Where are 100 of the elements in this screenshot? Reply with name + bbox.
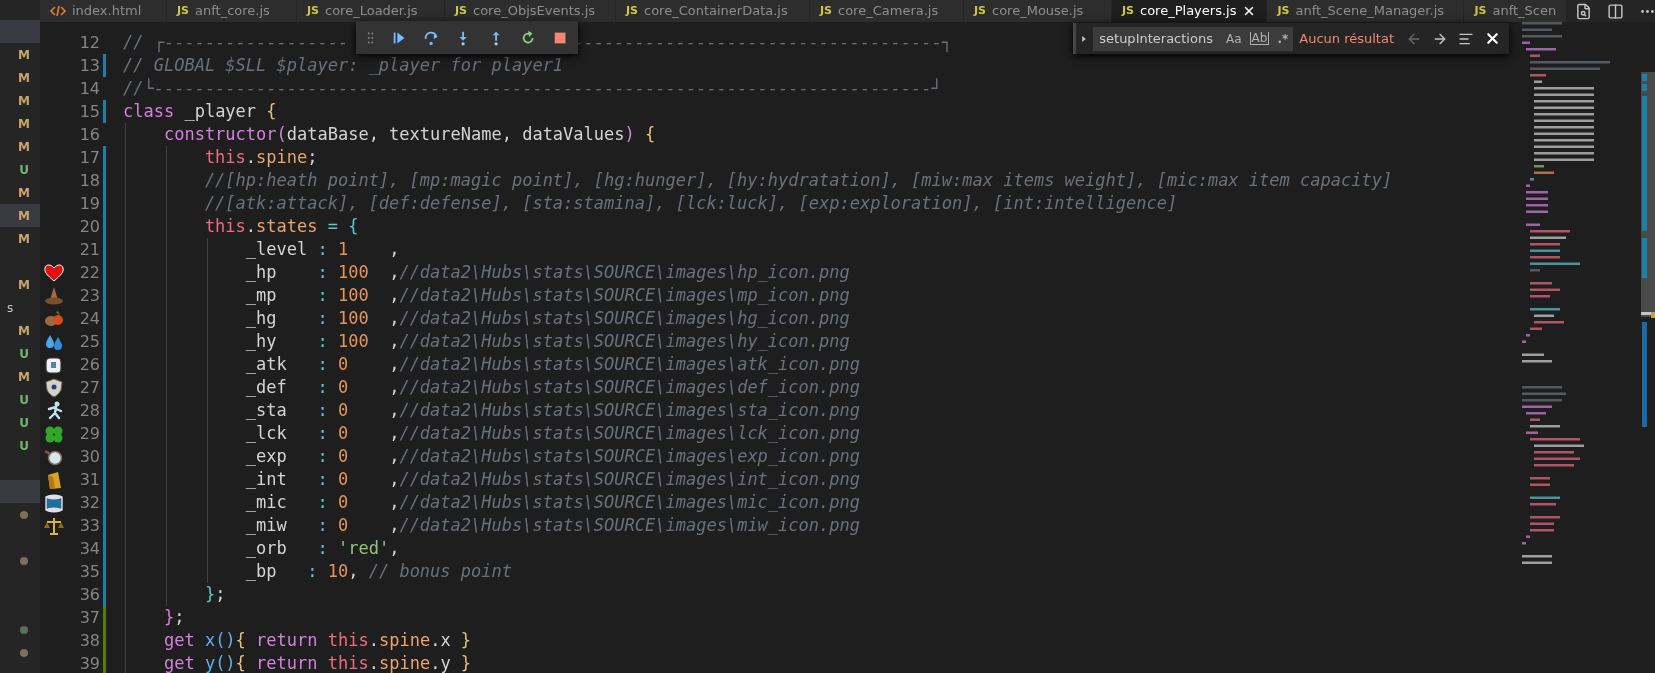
close-icon[interactable] xyxy=(1484,30,1501,47)
editor-tab[interactable]: JS core_Loader.js xyxy=(297,0,445,22)
line-number: 38 xyxy=(78,629,100,652)
code-line: _hy : 100 ,//data2\Hubs\stats\SOURCE\images\hy_icon.png xyxy=(244,329,850,353)
js-file-icon: JS xyxy=(307,2,319,20)
editor-tab[interactable]: JS core_Players.js xyxy=(1112,0,1268,22)
js-file-icon: JS xyxy=(1122,2,1134,20)
editor-tab[interactable]: index.html xyxy=(40,0,167,22)
git-status-letter: U xyxy=(19,391,29,409)
shield-icon xyxy=(43,376,65,399)
editor-tab[interactable]: JS core_ContainerData.js xyxy=(616,0,810,22)
editor-tab[interactable]: JS core_Camera.js xyxy=(810,0,964,22)
git-status-letter: M xyxy=(18,46,30,64)
line-number: 23 xyxy=(78,284,100,307)
line-number: 22 xyxy=(78,261,100,284)
code-line: // ┌------------------ xyxy=(123,30,349,55)
line-number: 24 xyxy=(78,307,100,330)
git-status-letter: U xyxy=(19,345,29,363)
line-number: 31 xyxy=(78,468,100,491)
code-line: //└----------------------------------------------------------------------------┘ xyxy=(123,76,942,100)
code-line: // GLOBAL $SLL $player: _player for player1 xyxy=(123,53,564,77)
regex-toggle[interactable]: .* xyxy=(1276,32,1290,45)
find-input[interactable]: setupInteractions Aa Ab .* xyxy=(1093,26,1294,51)
line-number: 21 xyxy=(78,238,100,261)
git-status-letter: M xyxy=(18,207,30,225)
tab-label: core_Camera.js xyxy=(838,2,939,21)
code-line: _hp : 100 ,//data2\Hubs\stats\SOURCE\images\hp_icon.png xyxy=(244,260,850,284)
line-number: 26 xyxy=(78,353,100,376)
split-editor-icon[interactable] xyxy=(1607,2,1625,20)
code-line: ------------------------------------┐ xyxy=(573,30,952,55)
git-status-letter: M xyxy=(18,92,30,110)
tab-label: core_Mouse.js xyxy=(992,2,1084,21)
js-file-icon: JS xyxy=(626,2,638,20)
tab-label: anft_core.js xyxy=(195,2,270,21)
code-line: _orb : 'red', xyxy=(244,536,400,560)
match-case-toggle[interactable]: Aa xyxy=(1225,32,1243,45)
line-number: 28 xyxy=(78,399,100,422)
git-status-letter: U xyxy=(19,414,29,432)
line-number: 36 xyxy=(78,583,100,606)
js-file-icon: JS xyxy=(820,2,832,20)
code-line: get y(){ return this.spine.y } xyxy=(162,651,472,673)
code-line: _lck : 0 ,//data2\Hubs\stats\SOURCE\images\lck_icon.png xyxy=(244,421,860,445)
js-file-icon: JS xyxy=(177,2,189,20)
line-number: 19 xyxy=(78,192,100,215)
code-line: _int : 0 ,//data2\Hubs\stats\SOURCE\images\int_icon.png xyxy=(244,467,860,491)
code-line: _exp : 0 ,//data2\Hubs\stats\SOURCE\images\exp_icon.png xyxy=(244,444,860,468)
code-line: _def : 0 ,//data2\Hubs\stats\SOURCE\images\def_icon.png xyxy=(244,375,860,399)
heart-icon xyxy=(43,261,65,284)
git-status-letter: M xyxy=(18,115,30,133)
git-status-letter: U xyxy=(19,437,29,455)
line-number: 27 xyxy=(78,376,100,399)
code-line: _bp : 10, // bonus point xyxy=(244,559,512,583)
code-line: class _player { xyxy=(123,99,277,123)
editor-tab[interactable]: JS core_ObjsEvents.js xyxy=(445,0,616,22)
line-number: 34 xyxy=(78,537,100,560)
code-line: this.spine; xyxy=(203,145,318,169)
line-number: 30 xyxy=(78,445,100,468)
editor-tab[interactable]: JS anft_Scene_Manager.js xyxy=(1267,0,1465,22)
git-status-letter: M xyxy=(18,230,30,248)
toggle-replace-icon[interactable] xyxy=(1080,33,1088,44)
line-number: 13 xyxy=(78,54,100,77)
git-status-letter: U xyxy=(19,161,29,179)
open-changes-icon[interactable] xyxy=(1575,2,1593,20)
code-line: constructor(dataBase, textureName, dataValues) { xyxy=(162,122,656,146)
js-file-icon: JS xyxy=(1474,2,1487,20)
whole-word-toggle[interactable]: Ab xyxy=(1249,32,1270,45)
line-number: 29 xyxy=(78,422,100,445)
git-status-letter: M xyxy=(18,322,30,340)
code-line: get x(){ return this.spine.x } xyxy=(162,628,472,652)
tab-label: core_ContainerData.js xyxy=(644,2,788,21)
git-status-letter: M xyxy=(18,368,30,386)
editor-tab[interactable]: JS anft_core.js xyxy=(167,0,297,22)
html-file-icon xyxy=(50,5,66,17)
code-line: //[hp:heath point], [mp:magic point], [hg:hunger], [hy:hydratation], [miw:max items weight], [mic:max item capacity] xyxy=(203,168,1393,192)
git-status-letter: M xyxy=(18,138,30,156)
tab-label: core_ObjsEvents.js xyxy=(473,2,596,21)
js-file-icon: JS xyxy=(1277,2,1290,20)
code-line: _level : 1 , xyxy=(244,237,400,261)
line-number: 16 xyxy=(78,123,100,146)
tab-label: anft_Scene_Manager.js xyxy=(1295,2,1445,21)
line-number: 20 xyxy=(78,215,100,238)
tab-label: core_Loader.js xyxy=(325,2,418,21)
git-status-letter: M xyxy=(18,276,30,294)
tab-label: index.html xyxy=(72,2,142,21)
js-file-icon: JS xyxy=(974,2,986,20)
line-number: 14 xyxy=(78,77,100,100)
selected-sidebar-row[interactable]: M xyxy=(0,204,40,227)
tab-label: anft_Scen xyxy=(1492,2,1557,21)
line-number: 15 xyxy=(78,100,100,123)
code-line: _hg : 100 ,//data2\Hubs\stats\SOURCE\images\hg_icon.png xyxy=(244,306,850,330)
line-number: 12 xyxy=(78,31,100,54)
editor-tab[interactable]: JS anft_Scen xyxy=(1464,0,1568,22)
code-line: }; xyxy=(162,605,185,629)
editor-tab[interactable]: JS core_Mouse.js xyxy=(964,0,1112,22)
line-number: 35 xyxy=(78,560,100,583)
code-line: _atk : 0 ,//data2\Hubs\stats\SOURCE\images\atk_icon.png xyxy=(244,352,860,376)
code-line: _sta : 0 ,//data2\Hubs\stats\SOURCE\images\sta_icon.png xyxy=(244,398,860,422)
grip-icon[interactable] xyxy=(366,30,375,45)
code-line: }; xyxy=(203,582,226,606)
file-label: s xyxy=(7,299,14,317)
